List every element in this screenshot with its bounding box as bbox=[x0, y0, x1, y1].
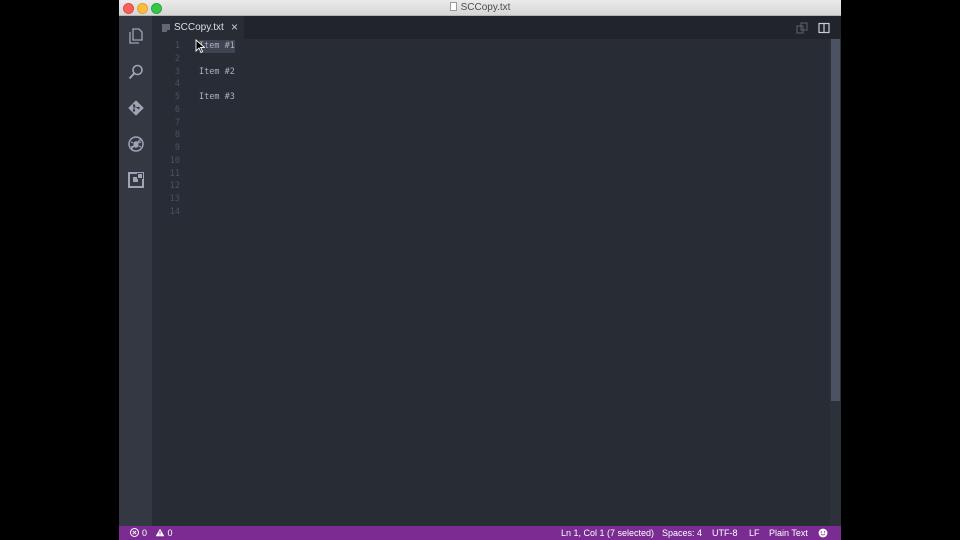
warning-count: 0 bbox=[167, 528, 173, 538]
editor-line[interactable]: 5 Item #3 bbox=[152, 91, 830, 104]
mouse-cursor-icon bbox=[195, 39, 205, 53]
editor-line[interactable]: 3 Item #2 bbox=[152, 66, 830, 79]
line-number: 12 bbox=[169, 181, 180, 192]
editor-line[interactable]: 9 bbox=[152, 142, 830, 155]
explorer-icon[interactable] bbox=[125, 25, 147, 47]
editor-line[interactable]: 2 bbox=[152, 53, 830, 66]
line-number: 14 bbox=[169, 206, 180, 217]
scrollbar-thumb[interactable] bbox=[831, 39, 840, 401]
activity-bar bbox=[119, 16, 152, 526]
tab-bar: SCCopy.txt × bbox=[152, 16, 841, 39]
editor-line[interactable]: 10 bbox=[152, 155, 830, 168]
editor-line[interactable]: 13 bbox=[152, 193, 830, 206]
status-bar: 0 0 Ln 1, Col 1 (7 selected) Spaces: 4 U… bbox=[119, 526, 841, 540]
text-file-icon bbox=[162, 24, 170, 31]
line-number: 10 bbox=[169, 155, 180, 166]
line-text[interactable]: Item #3 bbox=[199, 91, 235, 104]
tab-sccopy[interactable]: SCCopy.txt × bbox=[152, 16, 244, 39]
editor-line[interactable]: 11 bbox=[152, 168, 830, 181]
line-number: 9 bbox=[174, 143, 180, 153]
editor-line[interactable]: 1 Item #1 bbox=[152, 40, 830, 53]
encoding-setting[interactable]: UTF-8 bbox=[712, 526, 738, 540]
line-number: 6 bbox=[174, 104, 180, 115]
search-icon[interactable] bbox=[125, 61, 147, 83]
editor-line[interactable]: 4 bbox=[152, 78, 830, 91]
vertical-scrollbar[interactable] bbox=[830, 39, 841, 526]
indentation-setting[interactable]: Spaces: 4 bbox=[662, 526, 702, 540]
feedback-smiley-icon[interactable] bbox=[818, 528, 828, 538]
debug-icon[interactable] bbox=[125, 133, 147, 155]
git-icon[interactable] bbox=[125, 97, 147, 119]
line-number: 3 bbox=[174, 66, 180, 77]
editor-line[interactable]: 6 bbox=[152, 104, 830, 117]
line-number: 1 bbox=[174, 41, 180, 51]
line-number: 2 bbox=[174, 53, 180, 64]
tab-label: SCCopy.txt bbox=[174, 22, 224, 33]
editor-line[interactable]: 8 bbox=[152, 129, 830, 142]
editor-line[interactable]: 12 bbox=[152, 180, 830, 193]
eol-setting[interactable]: LF bbox=[749, 526, 760, 540]
document-icon bbox=[449, 2, 457, 11]
cursor-position[interactable]: Ln 1, Col 1 (7 selected) bbox=[561, 526, 654, 540]
error-count: 0 bbox=[142, 528, 148, 538]
line-number: 7 bbox=[174, 117, 180, 128]
extensions-icon[interactable] bbox=[125, 169, 147, 191]
close-icon[interactable]: × bbox=[231, 21, 238, 33]
split-editor-icon[interactable] bbox=[817, 21, 831, 35]
window-title-container: SCCopy.txt bbox=[119, 0, 841, 15]
more-actions-icon[interactable] bbox=[840, 21, 841, 35]
line-number: 8 bbox=[174, 130, 180, 141]
line-number: 11 bbox=[169, 168, 180, 179]
warning-icon bbox=[155, 528, 164, 537]
line-text[interactable]: Item #2 bbox=[199, 66, 235, 79]
editor-line[interactable]: 14 bbox=[152, 206, 830, 219]
editor-area[interactable]: 1 Item #1 2 3 Item #2 4 5 Item #3 6 7 8 9 10 11 12 13 14 bbox=[152, 39, 830, 526]
window-title: SCCopy.txt bbox=[460, 2, 511, 13]
problems-indicator[interactable]: 0 0 bbox=[130, 526, 173, 540]
open-changes-icon[interactable] bbox=[795, 21, 809, 35]
title-bar: SCCopy.txt bbox=[119, 0, 841, 16]
line-number: 13 bbox=[169, 194, 180, 204]
error-icon bbox=[130, 528, 139, 537]
language-mode[interactable]: Plain Text bbox=[769, 526, 808, 540]
vscode-window: SCCopy.txt SCCopy.txt × 1 Item #1 2 3 It… bbox=[119, 0, 841, 540]
editor-line[interactable]: 7 bbox=[152, 117, 830, 130]
line-number: 4 bbox=[174, 79, 180, 90]
line-number: 5 bbox=[174, 92, 180, 102]
